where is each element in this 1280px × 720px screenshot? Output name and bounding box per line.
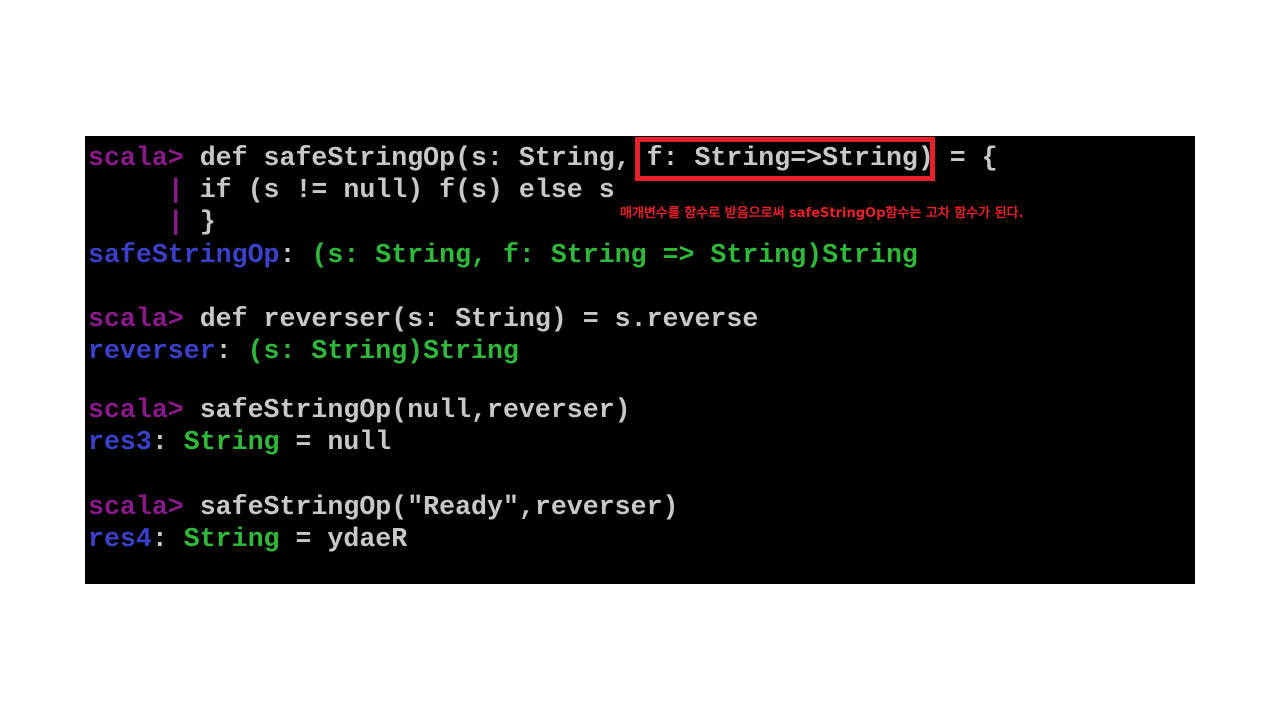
separator: :	[151, 524, 184, 554]
terminal-line: res4: String = ydaeR	[88, 523, 407, 555]
scala-prompt: scala>	[88, 304, 184, 334]
result-name: res4	[88, 524, 152, 554]
result-name: res3	[88, 427, 152, 457]
result-type: String	[183, 524, 280, 554]
terminal-line: scala> def reverser(s: String) = s.rever…	[88, 303, 758, 335]
result-value: = ydaeR	[279, 524, 408, 554]
scala-prompt: scala>	[88, 492, 184, 522]
scala-prompt: scala>	[88, 143, 184, 173]
terminal-line: scala> safeStringOp(null,reverser)	[88, 394, 631, 426]
separator: :	[151, 427, 184, 457]
terminal-line: scala> safeStringOp("Ready",reverser)	[88, 491, 679, 523]
terminal-line: safeStringOp: (s: String, f: String => S…	[88, 239, 918, 271]
result-value: = null	[279, 427, 392, 457]
highlight-box	[635, 137, 935, 181]
continuation-prompt: |	[88, 175, 184, 205]
terminal-line: reverser: (s: String)String	[88, 335, 519, 367]
input-code: def reverser(s: String) = s.reverse	[183, 304, 759, 334]
terminal-line: res3: String = null	[88, 426, 391, 458]
scala-prompt: scala>	[88, 395, 184, 425]
result-name: reverser	[88, 336, 216, 366]
result-type: String	[183, 427, 280, 457]
separator: :	[215, 336, 248, 366]
continuation-prompt: |	[88, 207, 184, 237]
annotation-text: 매개변수를 함수로 받음으로써 safeStringOp함수는 고차 함수가 된…	[620, 206, 1024, 221]
input-code: safeStringOp("Ready",reverser)	[183, 492, 679, 522]
result-type: (s: String)String	[247, 336, 519, 366]
terminal-line: | if (s != null) f(s) else s	[88, 174, 615, 206]
input-code: }	[183, 207, 216, 237]
result-type: (s: String, f: String => String)String	[311, 240, 918, 270]
result-name: safeStringOp	[88, 240, 280, 270]
input-code: if (s != null) f(s) else s	[183, 175, 615, 205]
separator: :	[279, 240, 312, 270]
terminal-line: | }	[88, 206, 216, 238]
input-code: safeStringOp(null,reverser)	[183, 395, 631, 425]
